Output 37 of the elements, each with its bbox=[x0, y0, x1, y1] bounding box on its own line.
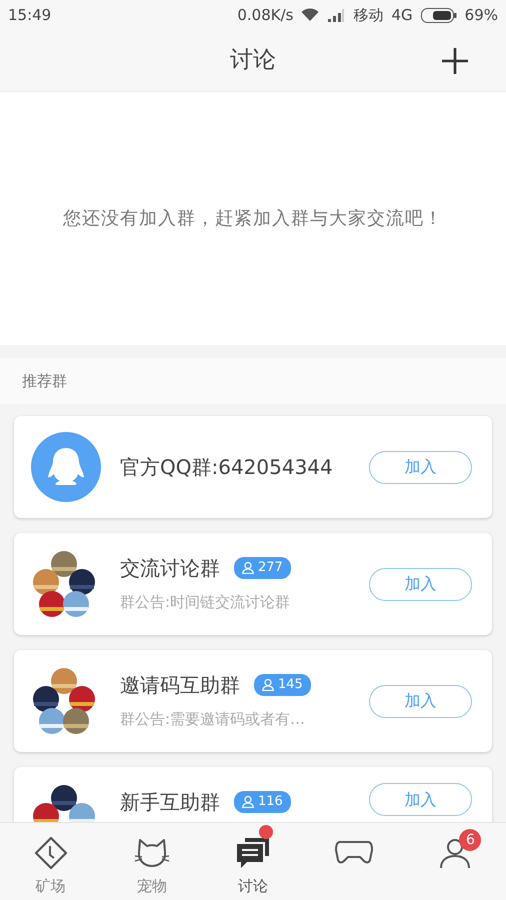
battery-percent: 69% bbox=[464, 4, 498, 26]
empty-message: 您还没有加入群，赶紧加入群与大家交流吧！ bbox=[63, 207, 443, 231]
group-name: 官方QQ群:642054344 bbox=[120, 454, 333, 481]
member-count: 145 bbox=[254, 674, 311, 696]
network-type: 4G bbox=[391, 4, 413, 26]
chat-icon bbox=[235, 836, 271, 870]
person-icon bbox=[242, 562, 254, 574]
group-name: 邀请码互助群 bbox=[120, 672, 240, 699]
join-button[interactable]: 加入 bbox=[369, 684, 472, 718]
add-icon[interactable] bbox=[442, 48, 468, 74]
carrier-name: 移动 bbox=[353, 4, 384, 26]
network-speed: 0.08K/s bbox=[237, 4, 294, 26]
group-name: 新手互助群 bbox=[120, 789, 220, 816]
group-notice: 群公告:需要邀请码或者有… bbox=[120, 709, 306, 730]
page-title: 讨论 bbox=[230, 46, 276, 76]
cat-icon bbox=[134, 836, 170, 870]
person-icon bbox=[242, 796, 254, 808]
member-count: 116 bbox=[234, 791, 291, 813]
join-button[interactable]: 加入 bbox=[369, 783, 472, 816]
battery-icon bbox=[420, 8, 457, 22]
member-count: 277 bbox=[234, 557, 291, 579]
group-name: 交流讨论群 bbox=[120, 555, 220, 582]
person-icon bbox=[262, 679, 274, 691]
wifi-icon bbox=[301, 8, 320, 22]
nav-tab[interactable]: 矿场 bbox=[0, 823, 102, 900]
join-button[interactable]: 加入 bbox=[369, 568, 472, 600]
clock-time: 15:49 bbox=[8, 4, 52, 26]
signal-icon bbox=[327, 8, 346, 22]
join-button[interactable]: 加入 bbox=[369, 450, 472, 484]
count-badge: 6 bbox=[459, 829, 482, 851]
nav-tab[interactable]: 宠物 bbox=[101, 823, 202, 900]
clock-diamond-icon bbox=[34, 836, 68, 870]
nav-tab[interactable]: 6 bbox=[404, 823, 506, 900]
section-title: 推荐群 bbox=[22, 370, 67, 392]
nav-tab[interactable]: 讨论 bbox=[202, 823, 304, 900]
penguin-avatar-icon bbox=[31, 432, 101, 502]
group-notice: 群公告:时间链交流讨论群 bbox=[120, 592, 292, 613]
